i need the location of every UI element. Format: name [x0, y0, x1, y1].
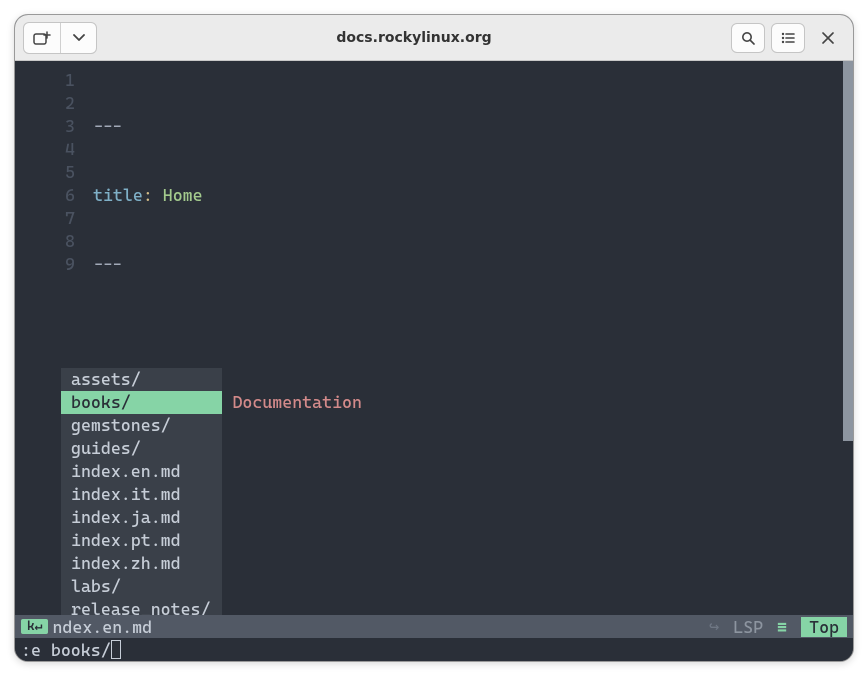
cursor	[111, 640, 121, 659]
completion-item[interactable]: index.it.md	[61, 483, 222, 506]
line-number: 4	[15, 138, 75, 161]
search-icon	[741, 31, 755, 45]
editor-area[interactable]: 1 2 3 4 5 6 7 8 9 --- title: Home --- # …	[15, 61, 853, 615]
yaml-colon: :	[143, 185, 153, 205]
new-tab-icon	[33, 31, 51, 45]
search-button[interactable]	[731, 23, 765, 53]
status-right: ↪ LSP ≡ Top	[709, 616, 847, 637]
titlebar: docs.rockylinux.org	[15, 15, 853, 61]
close-button[interactable]	[811, 23, 845, 53]
close-icon	[822, 32, 834, 44]
scrollbar[interactable]	[843, 61, 853, 441]
line-number: 1	[15, 69, 75, 92]
completion-item[interactable]: index.ja.md	[61, 506, 222, 529]
window-title: docs.rockylinux.org	[101, 30, 727, 46]
menu-button[interactable]	[771, 23, 805, 53]
line-number: 9	[15, 253, 75, 276]
gutter: 1 2 3 4 5 6 7 8 9	[15, 69, 85, 276]
new-tab-button[interactable]	[24, 23, 60, 53]
lsp-indicator: LSP	[733, 617, 763, 637]
wrap-icon: ↪	[709, 616, 719, 637]
app-window: docs.rockylinux.org 1 2 3 4 5 6 7 8 9	[14, 14, 854, 662]
yaml-value: Home	[153, 185, 203, 205]
completion-item[interactable]: index.zh.md	[61, 552, 222, 575]
frontmatter-delim: ---	[93, 116, 123, 136]
line-number: 3	[15, 115, 75, 138]
completion-item[interactable]: assets/	[61, 368, 222, 391]
completion-item[interactable]: release_notes/	[61, 598, 222, 615]
tab-controls	[23, 22, 97, 54]
line-number: 8	[15, 230, 75, 253]
line-number: 2	[15, 92, 75, 115]
blank-line	[93, 322, 841, 345]
completion-item[interactable]: guides/	[61, 437, 222, 460]
yaml-key: title	[93, 185, 143, 205]
completion-item[interactable]: index.en.md	[61, 460, 222, 483]
status-bar: k↵ ndex.en.md ↪ LSP ≡ Top	[15, 615, 853, 638]
menu-icon: ≡	[777, 617, 787, 637]
status-filename: ndex.en.md	[52, 617, 152, 637]
command-text: :e books/	[21, 640, 111, 660]
completion-menu[interactable]: assets/ books/ gemstones/ guides/ index.…	[61, 368, 222, 615]
status-left: k↵ ndex.en.md	[21, 617, 152, 637]
command-line[interactable]: :e books/	[15, 638, 853, 661]
line-number: 6	[15, 184, 75, 207]
line-number: 7	[15, 207, 75, 230]
completion-item[interactable]: books/	[61, 391, 222, 414]
tab-dropdown-button[interactable]	[60, 23, 96, 53]
list-icon	[781, 32, 795, 44]
titlebar-right	[731, 23, 845, 53]
completion-item[interactable]: gemstones/	[61, 414, 222, 437]
completion-item[interactable]: labs/	[61, 575, 222, 598]
frontmatter-delim: ---	[93, 254, 123, 274]
line-number: 5	[15, 161, 75, 184]
editor-mode-badge: k↵	[21, 619, 48, 634]
scroll-position: Top	[801, 617, 847, 637]
completion-item[interactable]: index.pt.md	[61, 529, 222, 552]
chevron-down-icon	[73, 34, 85, 42]
